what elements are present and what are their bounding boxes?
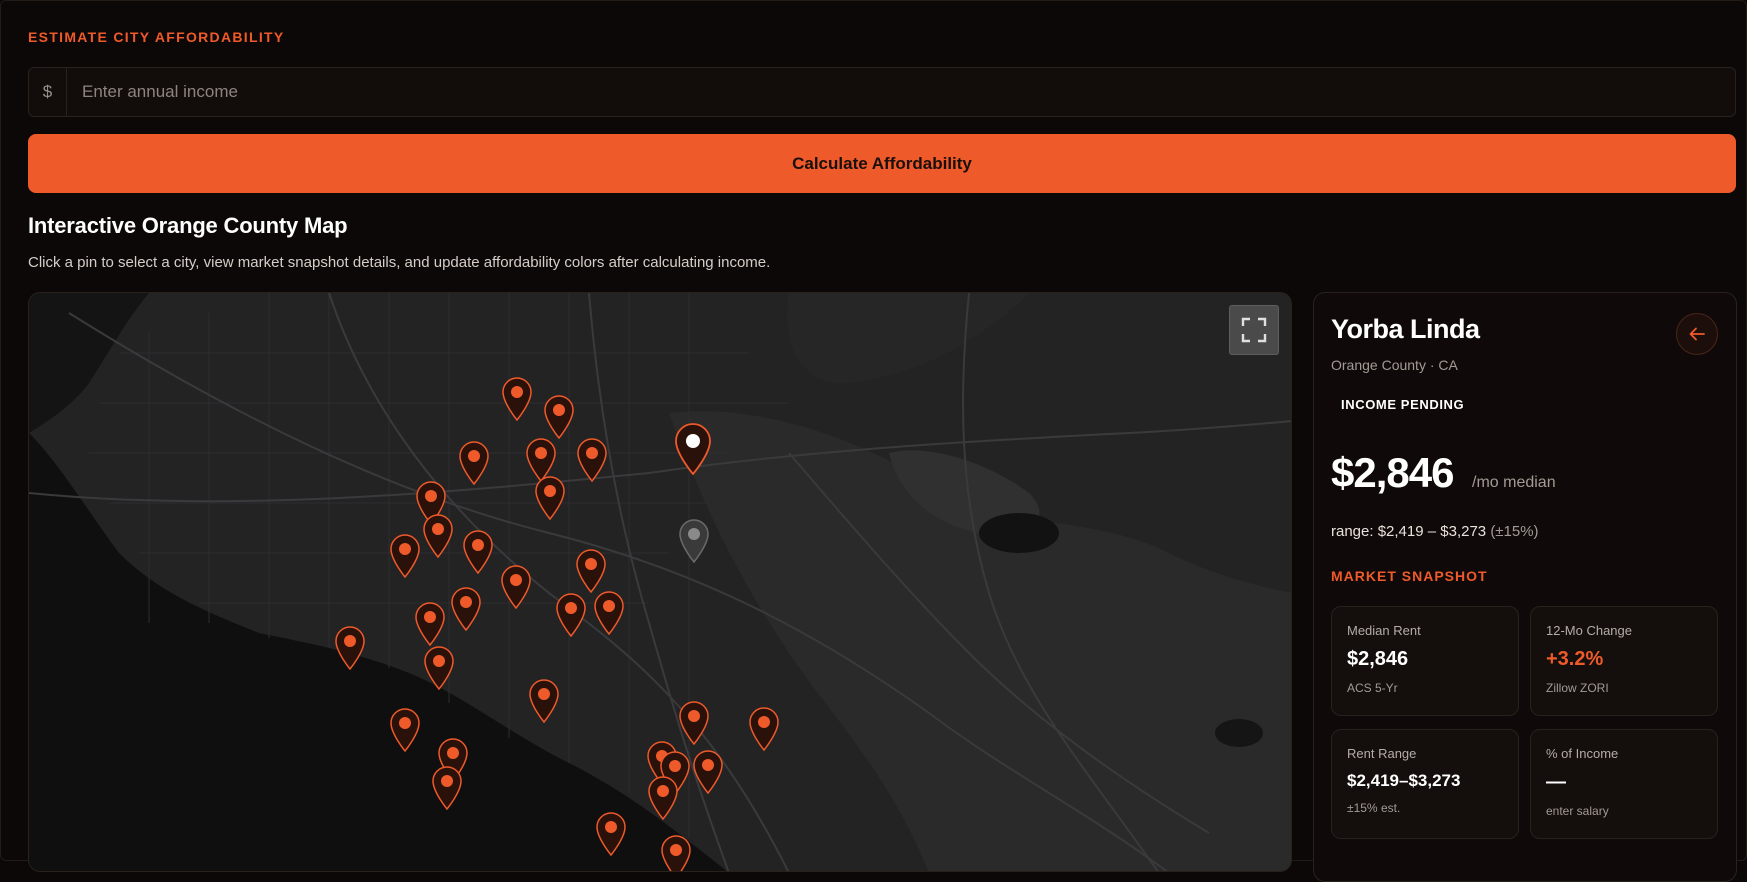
card-value: —	[1546, 771, 1566, 793]
card-value: $2,419–$3,273	[1347, 771, 1461, 790]
map-canvas[interactable]	[28, 292, 1292, 872]
city-pin[interactable]	[430, 764, 464, 811]
city-location: Orange County · CA	[1331, 357, 1458, 373]
city-pin[interactable]	[461, 528, 495, 575]
city-pin[interactable]	[554, 591, 588, 638]
rent-range: range: $2,419 – $3,273 (±15%)	[1331, 523, 1539, 540]
city-pin[interactable]	[659, 833, 693, 871]
city-pin[interactable]	[533, 474, 567, 521]
city-pin[interactable]	[499, 563, 533, 610]
city-name: Yorba Linda	[1331, 314, 1480, 344]
city-pin[interactable]	[646, 774, 680, 821]
card-label: % of Income	[1546, 746, 1619, 761]
city-pin[interactable]	[574, 547, 608, 594]
median-rent-unit: /mo median	[1472, 474, 1556, 491]
city-pin[interactable]	[333, 624, 367, 671]
card-label: 12-Mo Change	[1546, 623, 1632, 638]
calculate-affordability-button[interactable]: Calculate Affordability	[28, 134, 1736, 193]
city-pin[interactable]	[691, 748, 725, 795]
map-title: Interactive Orange County Map	[28, 213, 348, 238]
city-detail-panel: Yorba Linda Orange County · CA INCOME PE…	[1313, 292, 1737, 882]
city-pin[interactable]	[421, 512, 455, 559]
rent-range-pct: (±15%)	[1490, 523, 1539, 540]
median-rent-value: $2,846	[1331, 449, 1454, 496]
city-pin[interactable]	[449, 585, 483, 632]
income-field[interactable]: $	[28, 67, 1736, 117]
income-input[interactable]	[67, 68, 1735, 116]
city-pin[interactable]	[457, 439, 491, 486]
card-label: Median Rent	[1347, 623, 1421, 638]
card-label: Rent Range	[1347, 746, 1417, 761]
pin-layer	[29, 293, 1291, 871]
arrow-left-icon	[1689, 327, 1705, 341]
app-frame: ESTIMATE CITY AFFORDABILITY $ Calculate …	[0, 0, 1747, 882]
city-pin[interactable]	[500, 375, 534, 422]
map-subtitle: Click a pin to select a city, view marke…	[28, 254, 771, 271]
card-value: $2,846	[1347, 648, 1409, 670]
city-pin[interactable]	[677, 699, 711, 746]
city-pin[interactable]	[388, 706, 422, 753]
city-pin[interactable]	[747, 705, 781, 752]
fullscreen-button[interactable]	[1229, 305, 1279, 355]
snapshot-card-median-rent: Median Rent $2,846 ACS 5-Yr	[1331, 606, 1519, 716]
city-pin[interactable]	[413, 600, 447, 647]
snapshot-card-12mo-change: 12-Mo Change +3.2% Zillow ZORI	[1530, 606, 1718, 716]
snapshot-card-rent-range: Rent Range $2,419–$3,273 ±15% est.	[1331, 729, 1519, 839]
card-note: ±15% est.	[1347, 801, 1401, 815]
currency-prefix: $	[29, 68, 67, 116]
fullscreen-icon	[1241, 317, 1267, 343]
card-note: Zillow ZORI	[1546, 681, 1609, 695]
city-pin[interactable]	[527, 677, 561, 724]
section-label: ESTIMATE CITY AFFORDABILITY	[28, 29, 285, 45]
city-pin[interactable]	[422, 644, 456, 691]
city-pin[interactable]	[594, 810, 628, 857]
city-pin[interactable]	[542, 393, 576, 440]
snapshot-card-pct-income: % of Income — enter salary	[1530, 729, 1718, 839]
city-pin-inactive[interactable]	[677, 517, 711, 564]
card-note: enter salary	[1546, 804, 1609, 818]
back-button[interactable]	[1676, 313, 1718, 355]
city-pin[interactable]	[575, 436, 609, 483]
city-pin-selected[interactable]	[673, 421, 713, 476]
rent-range-text: range: $2,419 – $3,273	[1331, 523, 1487, 540]
city-pin[interactable]	[592, 589, 626, 636]
market-snapshot-label: MARKET SNAPSHOT	[1331, 568, 1488, 584]
status-badge: INCOME PENDING	[1341, 397, 1465, 412]
card-note: ACS 5-Yr	[1347, 681, 1398, 695]
city-pin[interactable]	[388, 532, 422, 579]
card-value: +3.2%	[1546, 648, 1604, 670]
